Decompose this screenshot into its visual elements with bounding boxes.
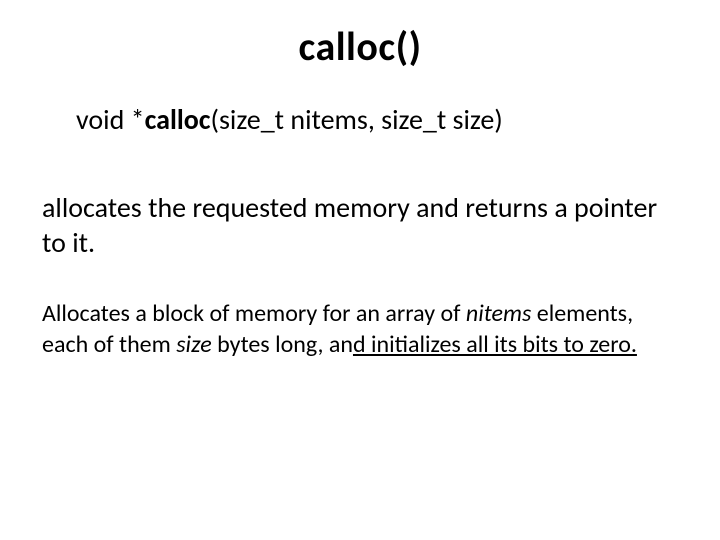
detail-text-3a: bytes long, an [212, 330, 353, 359]
param-size: size [176, 330, 211, 359]
sig-return-type: void * [76, 102, 145, 137]
sig-function-name: calloc [145, 102, 211, 137]
page-title: calloc() [0, 22, 720, 71]
detailed-description: Allocates a block of memory for an array… [42, 298, 660, 360]
sig-params: (size_t nitems, size_t size) [210, 102, 502, 137]
function-signature: void *calloc(size_t nitems, size_t size) [76, 102, 503, 137]
detail-text-1: Allocates a block of memory for an array… [42, 299, 466, 328]
slide: calloc() void *calloc(size_t nitems, siz… [0, 0, 720, 540]
detail-text-3-underlined: d initializes all its bits to zero. [353, 330, 637, 359]
param-nitems: nitems [466, 299, 531, 328]
short-description: allocates the requested memory and retur… [42, 190, 660, 260]
